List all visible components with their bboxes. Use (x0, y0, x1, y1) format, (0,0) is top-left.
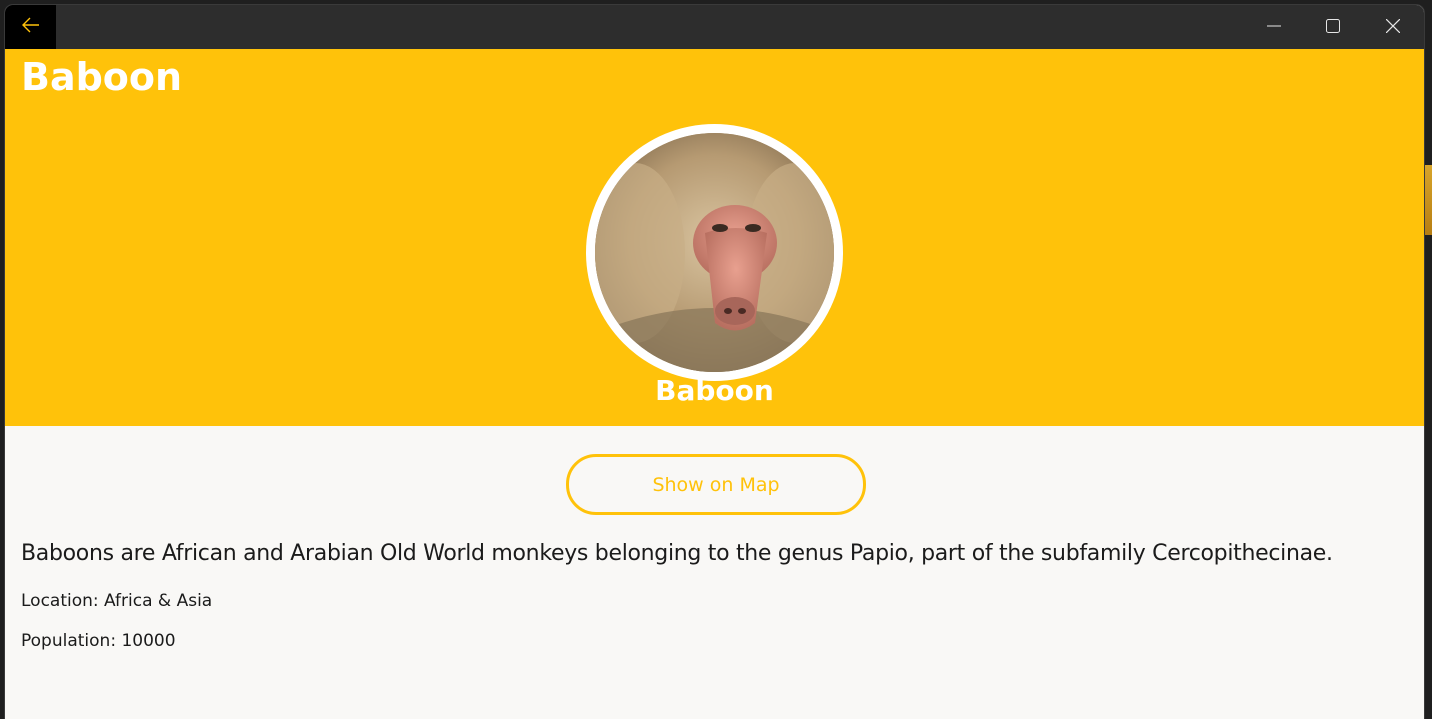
desktop-background-edge (1424, 165, 1432, 235)
minimize-icon (1267, 18, 1281, 37)
description-text: Baboons are African and Arabian Old Worl… (21, 541, 1333, 566)
baboon-photo (595, 133, 834, 372)
close-icon (1385, 18, 1401, 37)
maximize-button[interactable] (1304, 5, 1362, 49)
maximize-icon (1326, 18, 1340, 37)
location-text: Location: Africa & Asia (21, 591, 213, 611)
close-button[interactable] (1364, 5, 1422, 49)
avatar-name: Baboon (655, 374, 774, 407)
show-on-map-button[interactable]: Show on Map (566, 454, 866, 515)
minimize-button[interactable] (1245, 5, 1303, 49)
title-bar (5, 5, 1424, 49)
back-button[interactable] (5, 5, 56, 49)
page-title: Baboon (21, 55, 183, 99)
avatar (586, 124, 843, 381)
detail-header: Baboon Baboon (5, 49, 1424, 426)
app-window: Baboon Baboon Show on Map Baboons are Af… (5, 5, 1424, 719)
population-text: Population: 10000 (21, 631, 176, 651)
arrow-left-icon (21, 17, 40, 37)
